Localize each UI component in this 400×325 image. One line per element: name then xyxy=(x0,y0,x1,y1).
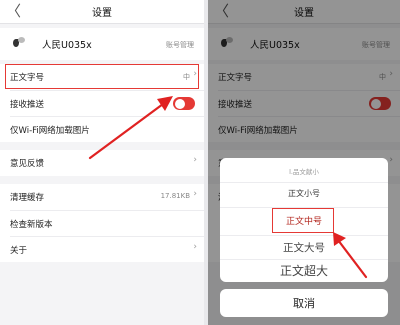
settings-screen-left: 〈 设置 人民U035x 账号管理 正文字号 中 › 接收推送 仅Wi-Fi网络… xyxy=(0,0,204,325)
annotation-arrow xyxy=(333,232,368,279)
settings-screen-right: 〈 设置 人民U035x 账号管理 正文字号 中 › 接收推送 仅Wi-Fi网络… xyxy=(208,0,400,325)
annotation-arrow xyxy=(88,96,173,160)
